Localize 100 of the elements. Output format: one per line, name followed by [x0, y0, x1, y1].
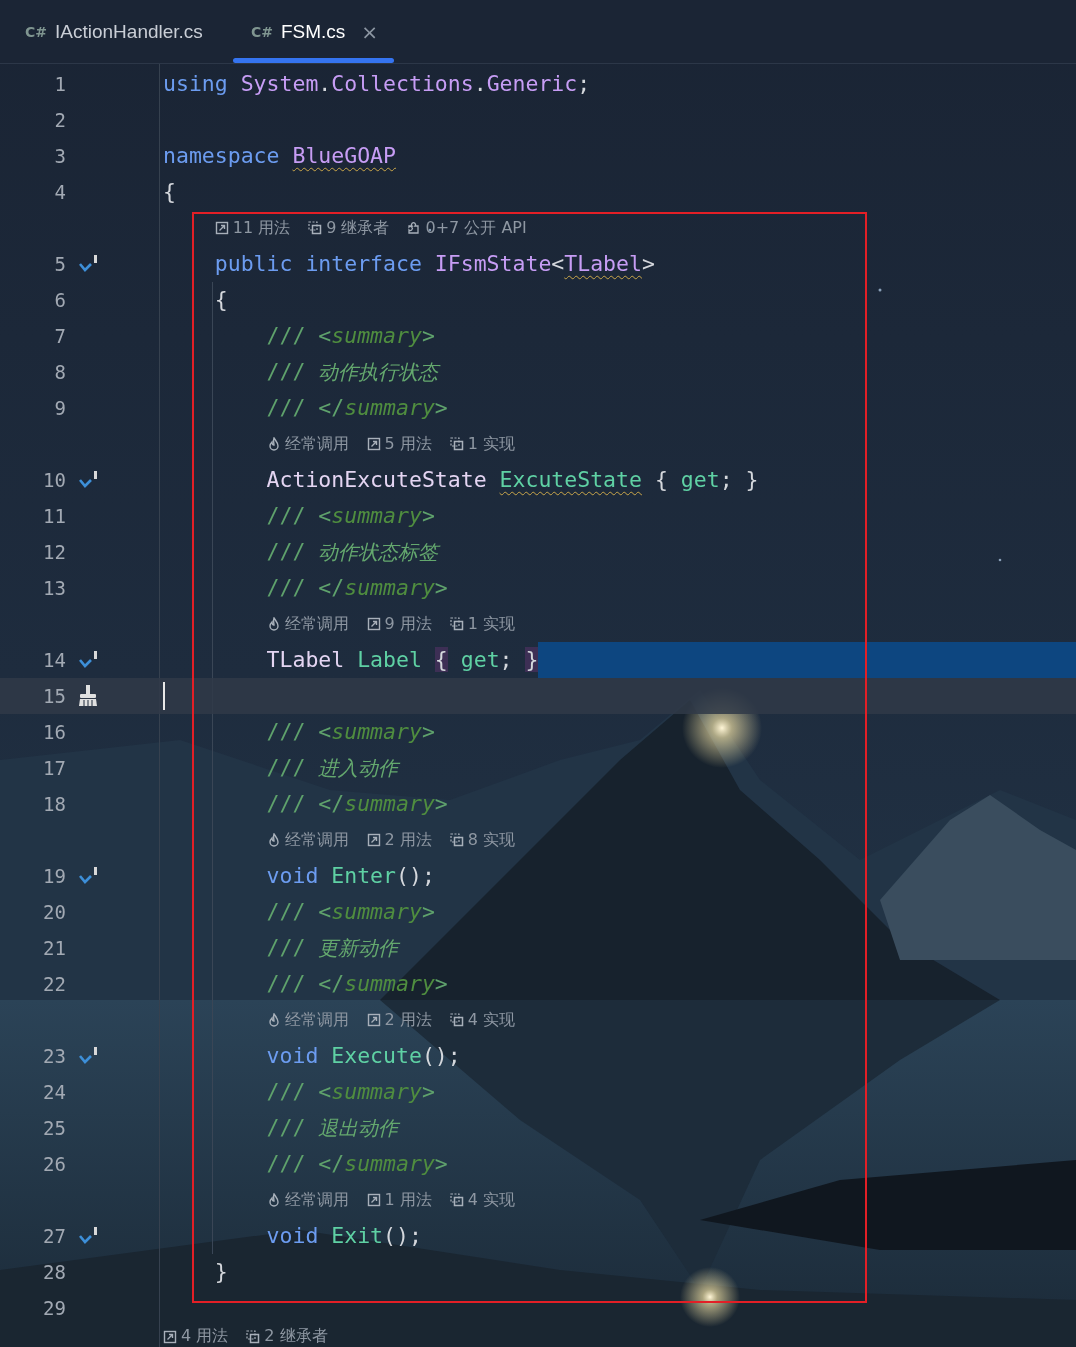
line-number: 17 [43, 756, 66, 781]
line-number: 22 [43, 972, 66, 997]
csharp-file-icon: C# [250, 23, 273, 40]
line-number: 24 [43, 1080, 66, 1105]
code-line: { [163, 178, 176, 206]
code-hint[interactable]: 经常调用 [284, 613, 349, 635]
close-tab-button[interactable]: × [353, 19, 379, 44]
file-tab[interactable]: C# FSM.cs × [232, 0, 395, 64]
code-line: /// <summary> [265, 898, 435, 926]
usages-icon[interactable] [366, 1013, 381, 1027]
code-hint[interactable]: 经常调用 [284, 433, 349, 455]
line-number: 20 [43, 900, 66, 925]
code-line: /// </summary> [265, 1150, 448, 1178]
code-hint[interactable]: 经常调用 [284, 1189, 349, 1211]
line-number: 5 [54, 252, 66, 277]
usages-icon[interactable] [163, 1329, 177, 1344]
code-hint[interactable]: 1 实现 [467, 613, 516, 635]
code-line: void Execute(); [265, 1042, 461, 1070]
csharp-file-icon: C# [25, 23, 47, 40]
tab-label: IActionHandler.cs [55, 20, 203, 43]
flame-icon [266, 1193, 281, 1207]
usages-icon[interactable] [366, 833, 381, 847]
code-line: TLabel Label { get; } [265, 646, 539, 674]
line-number: 26 [43, 1152, 66, 1177]
line-number: 12 [43, 540, 66, 565]
line-number: 13 [43, 576, 66, 601]
implementations-icon[interactable] [449, 1193, 464, 1207]
code-hint[interactable]: 4 用法 [181, 1326, 229, 1347]
line-number: 2 [54, 108, 66, 133]
line-number: 25 [43, 1116, 66, 1141]
usages-icon[interactable] [214, 221, 229, 235]
code-line: /// </summary> [265, 790, 448, 818]
code-hint[interactable]: 1 用法 [384, 1189, 432, 1211]
code-line: void Enter(); [265, 862, 435, 890]
code-line: } [213, 1258, 228, 1286]
implementations-icon[interactable] [449, 437, 464, 451]
code-hint[interactable]: 2 用法 [384, 829, 432, 851]
usages-icon[interactable] [366, 1193, 381, 1207]
code-line: /// </summary> [265, 574, 448, 602]
line-number: 16 [43, 720, 66, 745]
line-number: 27 [43, 1224, 66, 1249]
implementations-icon[interactable] [246, 1329, 261, 1344]
code-line: /// 动作状态标签 [265, 538, 439, 566]
code-line: /// </summary> [265, 394, 448, 422]
code-line: using System.Collections.Generic; [163, 70, 591, 98]
line-number: 3 [54, 144, 66, 169]
flame-icon [266, 1013, 281, 1027]
code-hint[interactable]: 5 用法 [384, 433, 432, 455]
line-number: 18 [43, 792, 66, 817]
flame-icon [266, 833, 281, 847]
code-line: void Exit(); [265, 1222, 422, 1250]
flame-icon [266, 437, 281, 451]
line-number: 29 [43, 1296, 66, 1321]
broom-icon[interactable] [77, 684, 99, 708]
implementations-icon[interactable] [449, 833, 464, 847]
line-number: 14 [43, 648, 66, 673]
code-hint[interactable]: 9 继承者 [326, 217, 390, 239]
tab-label: FSM.cs [280, 20, 346, 43]
code-hint[interactable]: 0+7 公开 API [425, 217, 527, 239]
code-hint[interactable]: 2 继承者 [264, 1326, 328, 1347]
usages-icon[interactable] [366, 437, 381, 451]
code-line: ActionExcuteState ExcuteState { get; } [265, 466, 759, 494]
code-hint[interactable]: 经常调用 [284, 1009, 349, 1031]
flame-icon [266, 617, 281, 631]
line-number: 8 [54, 360, 66, 385]
line-number: 9 [54, 396, 66, 421]
code-hint[interactable]: 经常调用 [284, 829, 349, 851]
code-hint[interactable]: 9 用法 [384, 613, 432, 635]
code-line: /// <summary> [265, 322, 435, 350]
line-number: 11 [43, 504, 66, 529]
code-line: namespace BlueGOAP [163, 142, 396, 170]
implementations-icon[interactable] [449, 617, 464, 631]
line-number: 10 [43, 468, 66, 493]
code-line: /// <summary> [265, 1078, 435, 1106]
line-number: 1 [54, 72, 66, 97]
implementations-icon[interactable] [308, 221, 323, 235]
text-caret [163, 682, 165, 710]
code-hint[interactable]: 4 实现 [467, 1189, 516, 1211]
usages-icon[interactable] [366, 617, 381, 631]
line-number: 4 [54, 180, 66, 205]
code-hint[interactable]: 8 实现 [467, 829, 516, 851]
code-hint[interactable]: 1 实现 [467, 433, 516, 455]
code-line: /// <summary> [265, 718, 435, 746]
puzzle-icon[interactable] [407, 221, 422, 235]
code-line: /// <summary> [265, 502, 435, 530]
code-hint[interactable]: 2 用法 [384, 1009, 432, 1031]
code-line: /// 动作执行状态 [265, 358, 439, 386]
line-number: 6 [54, 288, 66, 313]
code-line: /// 更新动作 [265, 934, 399, 962]
implementations-icon[interactable] [449, 1013, 464, 1027]
file-tab[interactable]: C# IActionHandler.cs [7, 0, 219, 64]
line-number: 28 [43, 1260, 66, 1285]
code-line: /// 退出动作 [265, 1114, 399, 1142]
code-hint[interactable]: 11 用法 [232, 217, 291, 239]
line-number: 15 [43, 684, 66, 709]
code-line: public interface IFsmState<TLabel> [213, 250, 655, 278]
line-number: 19 [43, 864, 66, 889]
code-line: /// </summary> [265, 970, 448, 998]
code-line: /// 进入动作 [265, 754, 399, 782]
code-hint[interactable]: 4 实现 [467, 1009, 516, 1031]
